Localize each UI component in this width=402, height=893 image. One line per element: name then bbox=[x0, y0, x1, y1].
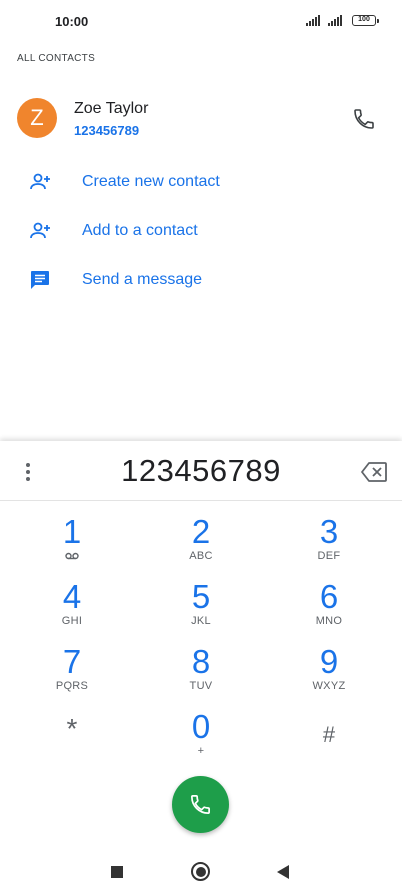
key-digit: # bbox=[322, 722, 336, 747]
back-triangle-icon[interactable] bbox=[277, 865, 289, 879]
contact-row[interactable]: Z Zoe Taylor 123456789 bbox=[0, 96, 402, 148]
key-hash[interactable]: # bbox=[281, 717, 377, 775]
key-7[interactable]: 7 PQRS bbox=[24, 644, 120, 702]
key-letters: + bbox=[197, 745, 205, 757]
key-9[interactable]: 9 WXYZ bbox=[281, 644, 377, 702]
add-person-icon bbox=[30, 173, 50, 190]
contact-number: 123456789 bbox=[74, 123, 140, 138]
key-digit: 7 bbox=[62, 643, 82, 680]
key-digit: 3 bbox=[319, 513, 339, 550]
action-label: Send a message bbox=[82, 271, 203, 288]
call-button[interactable] bbox=[172, 776, 229, 833]
create-new-contact-action[interactable]: Create new contact bbox=[0, 162, 402, 202]
key-1[interactable]: 1 bbox=[24, 514, 120, 572]
signal-icon bbox=[306, 15, 320, 26]
key-letters: DEF bbox=[317, 550, 341, 562]
contact-name: Zoe Taylor bbox=[74, 100, 149, 117]
recents-square-icon[interactable] bbox=[111, 866, 123, 878]
key-digit: 6 bbox=[319, 578, 339, 615]
key-8[interactable]: 8 TUV bbox=[153, 644, 249, 702]
key-letters: TUV bbox=[189, 680, 213, 692]
key-5[interactable]: 5 JKL bbox=[153, 579, 249, 637]
avatar: Z bbox=[17, 98, 57, 138]
status-icons: 100 bbox=[306, 15, 379, 26]
send-message-action[interactable]: Send a message bbox=[0, 260, 402, 300]
key-star[interactable]: * bbox=[24, 711, 120, 769]
key-digit: 1 bbox=[62, 513, 82, 550]
key-digit: 4 bbox=[62, 578, 82, 615]
key-digit: 2 bbox=[191, 513, 211, 550]
key-letters: MNO bbox=[315, 615, 343, 627]
action-label: Create new contact bbox=[82, 173, 220, 190]
key-letters: GHI bbox=[61, 615, 83, 627]
add-to-contact-action[interactable]: Add to a contact bbox=[0, 211, 402, 251]
key-4[interactable]: 4 GHI bbox=[24, 579, 120, 637]
key-letters: WXYZ bbox=[312, 680, 346, 692]
key-digit: 8 bbox=[191, 643, 211, 680]
dialed-number-field[interactable]: 123456789 bbox=[0, 453, 402, 489]
signal-icon bbox=[328, 15, 342, 26]
key-3[interactable]: 3 DEF bbox=[281, 514, 377, 572]
message-icon bbox=[31, 271, 49, 289]
backspace-icon[interactable] bbox=[360, 461, 388, 483]
add-person-icon bbox=[30, 222, 50, 239]
key-digit: 0 bbox=[191, 708, 211, 745]
phone-icon[interactable] bbox=[352, 107, 376, 131]
all-contacts-header: ALL CONTACTS bbox=[17, 53, 96, 64]
key-letters: ABC bbox=[189, 550, 213, 562]
key-2[interactable]: 2 ABC bbox=[153, 514, 249, 572]
action-label: Add to a contact bbox=[82, 222, 198, 239]
key-6[interactable]: 6 MNO bbox=[281, 579, 377, 637]
status-bar: 10:00 100 bbox=[0, 0, 402, 44]
dialpad: 123456789 1 2 ABC 3 DEF 4 GHI 5 JKL 6 MN… bbox=[0, 441, 402, 893]
voicemail-icon bbox=[65, 552, 79, 560]
home-circle-icon[interactable] bbox=[191, 862, 210, 881]
battery-icon: 100 bbox=[352, 15, 379, 26]
key-letters: JKL bbox=[191, 615, 211, 627]
key-0[interactable]: 0 + bbox=[153, 709, 249, 767]
system-nav-bar bbox=[0, 845, 402, 893]
key-digit: 9 bbox=[319, 643, 339, 680]
key-digit: * bbox=[66, 713, 78, 744]
key-digit: 5 bbox=[191, 578, 211, 615]
status-time: 10:00 bbox=[55, 14, 89, 29]
phone-icon bbox=[191, 795, 210, 814]
key-letters: PQRS bbox=[55, 680, 89, 692]
divider bbox=[0, 500, 402, 501]
